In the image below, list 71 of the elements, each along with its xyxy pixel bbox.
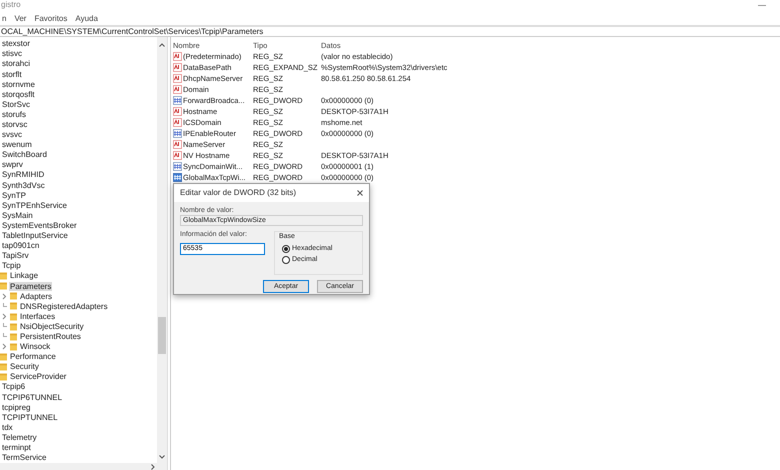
tree-item[interactable]: swprv	[0, 160, 24, 170]
tree-item[interactable]: tcpipreg	[0, 402, 32, 412]
menu-item[interactable]: Ver	[14, 14, 26, 24]
menu-item[interactable]: n	[2, 14, 6, 24]
folder-icon	[0, 282, 7, 290]
tree-item[interactable]: NsiObjectSecurity	[19, 322, 85, 332]
folder-icon	[10, 322, 17, 331]
tree-item[interactable]: swenum	[0, 140, 33, 150]
vertical-scrollbar[interactable]	[157, 37, 167, 463]
menu-item[interactable]: Ayuda	[75, 14, 98, 24]
tree-item[interactable]: Winsock	[19, 342, 52, 352]
folder-icon	[0, 363, 7, 372]
folder-icon	[10, 302, 17, 310]
tree-item[interactable]: Interfaces	[19, 312, 56, 322]
dialog-title: Editar valor de DWORD (32 bits)	[180, 188, 296, 198]
tree-item[interactable]: Tcpip6	[0, 382, 26, 392]
expand-icon[interactable]	[2, 313, 7, 320]
tree-item[interactable]: storflt	[0, 70, 23, 80]
tree-item[interactable]: storvsc	[0, 120, 28, 130]
tree-item[interactable]: stexstor	[0, 39, 32, 49]
tree-item[interactable]: TCPIP6TUNNEL	[0, 392, 64, 402]
tree-item[interactable]: Linkage	[9, 271, 40, 281]
tree-item[interactable]: Telemetry	[0, 432, 38, 442]
tree-item[interactable]: svsvc	[0, 130, 23, 140]
tree-item[interactable]: SynTP	[0, 190, 28, 200]
tree-item[interactable]: SynRMIHID	[0, 170, 46, 180]
tree-item[interactable]: storahci	[0, 59, 32, 70]
tree-item[interactable]: Adapters	[19, 292, 54, 302]
menu-item[interactable]: Favoritos	[34, 14, 68, 24]
tree-item[interactable]: StorSvc	[0, 100, 32, 110]
expand-icon[interactable]	[2, 292, 7, 300]
minimize-icon[interactable]	[758, 4, 766, 8]
folder-icon	[10, 312, 17, 321]
tree-item[interactable]: stisvc	[0, 49, 23, 59]
tree-item[interactable]: SystemEventsBroker	[0, 220, 78, 231]
tree-item[interactable]: Tcpip	[0, 261, 22, 271]
folder-icon	[10, 332, 17, 341]
tree-item[interactable]: SwitchBoard	[0, 150, 48, 160]
tree-item[interactable]: PersistentRoutes	[19, 332, 82, 342]
tree-item[interactable]: TermService	[0, 453, 48, 463]
horizontal-scrollbar[interactable]	[0, 463, 167, 470]
tree-item[interactable]: Parameters	[9, 282, 52, 292]
tree-item[interactable]: ServiceProvider	[9, 372, 68, 382]
window-title: gistro	[1, 0, 21, 11]
tree-item[interactable]: stornvme	[0, 80, 36, 90]
tree-item[interactable]: SynTPEnhService	[0, 200, 68, 210]
scroll-up-icon[interactable]	[159, 43, 165, 47]
tree-item[interactable]: tap0901cn	[0, 241, 40, 251]
folder-icon	[0, 352, 7, 361]
tree-item[interactable]: SysMain	[0, 210, 34, 220]
tree-item[interactable]: DNSRegisteredAdapters	[19, 302, 109, 312]
address-bar[interactable]: OCAL_MACHINE\SYSTEM\CurrentControlSet\Services\Tcpip\Parameters	[1, 27, 264, 36]
scroll-thumb[interactable]	[158, 317, 166, 354]
tree-item[interactable]: Security	[9, 362, 40, 372]
scroll-right-icon[interactable]	[151, 464, 155, 470]
tree-item[interactable]: terminpt	[0, 443, 32, 453]
expand-icon[interactable]	[2, 343, 7, 350]
scroll-down-icon[interactable]	[159, 455, 165, 459]
tree-item[interactable]: tdx	[0, 422, 14, 432]
folder-icon	[10, 292, 17, 300]
tree-item[interactable]: storqosflt	[0, 90, 36, 100]
tree-item[interactable]: TabletInputService	[0, 231, 69, 241]
tree-item[interactable]: TapiSrv	[0, 251, 30, 261]
tree-item[interactable]: Synth3dVsc	[0, 180, 46, 190]
close-icon[interactable]	[357, 190, 363, 196]
folder-icon	[10, 342, 17, 351]
folder-icon	[0, 373, 7, 382]
tree-item[interactable]: TCPIPTUNNEL	[0, 412, 59, 422]
folder-icon	[0, 272, 7, 280]
tree-item[interactable]: storufs	[0, 110, 28, 120]
tree-item[interactable]: Performance	[9, 352, 57, 362]
